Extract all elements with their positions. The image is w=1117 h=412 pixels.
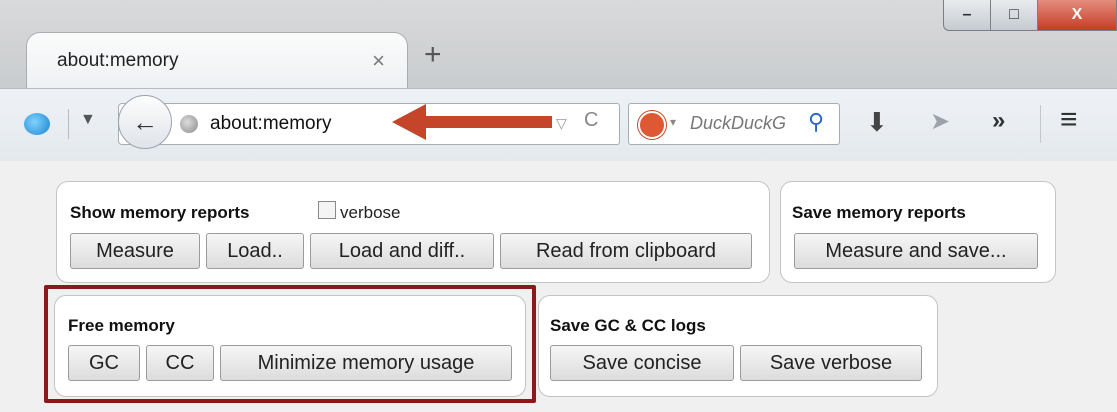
minimize-memory-usage-button[interactable]: Minimize memory usage bbox=[220, 345, 512, 381]
save-gc-cc-logs-title: Save GC & CC logs bbox=[550, 316, 706, 335]
duckduckgo-icon[interactable] bbox=[638, 111, 666, 139]
load-and-diff-button[interactable]: Load and diff.. bbox=[310, 233, 494, 269]
free-memory-highlight bbox=[44, 285, 536, 403]
page-content: Show memory reports verbose Measure Load… bbox=[0, 161, 1117, 412]
load-button[interactable]: Load.. bbox=[206, 233, 304, 269]
share-icon[interactable]: ➤ bbox=[930, 107, 950, 136]
close-window-button[interactable]: X bbox=[1038, 0, 1117, 31]
search-icon[interactable]: ⚲ bbox=[808, 109, 824, 135]
free-memory-title: Free memory bbox=[68, 316, 175, 335]
tab-close-icon[interactable]: × bbox=[372, 48, 385, 74]
annotation-arrow bbox=[392, 104, 552, 140]
save-memory-reports-title: Save memory reports bbox=[792, 203, 966, 222]
save-verbose-button[interactable]: Save verbose bbox=[740, 345, 922, 381]
window-controls: – □ X bbox=[943, 0, 1117, 34]
search-engine-dropdown-icon[interactable]: ▾ bbox=[670, 115, 676, 129]
navigation-toolbar: ▼ ← about:memory ▽ C ▾ DuckDuckG ⚲ ⬇ ➤ »… bbox=[0, 88, 1117, 162]
search-input[interactable]: DuckDuckG bbox=[690, 113, 786, 134]
annotation-arrow-head bbox=[392, 104, 552, 140]
verbose-label: verbose bbox=[340, 203, 401, 222]
show-memory-reports-title: Show memory reports bbox=[70, 203, 250, 222]
maximize-button[interactable]: □ bbox=[991, 0, 1038, 31]
tab-about-memory[interactable]: about:memory × bbox=[26, 32, 408, 89]
verbose-checkbox[interactable] bbox=[318, 201, 336, 219]
history-dropdown-icon[interactable]: ▼ bbox=[80, 111, 96, 129]
download-icon[interactable]: ⬇ bbox=[866, 107, 888, 138]
measure-button[interactable]: Measure bbox=[70, 233, 200, 269]
toolbar-separator bbox=[1040, 105, 1041, 143]
new-tab-button[interactable]: + bbox=[424, 38, 442, 72]
tab-title: about:memory bbox=[57, 50, 179, 71]
back-button[interactable]: ← bbox=[118, 95, 172, 149]
firefox-logo-icon[interactable] bbox=[24, 113, 50, 135]
read-from-clipboard-button[interactable]: Read from clipboard bbox=[500, 233, 752, 269]
reload-icon[interactable]: C bbox=[584, 109, 598, 132]
save-concise-button[interactable]: Save concise bbox=[550, 345, 734, 381]
measure-and-save-button[interactable]: Measure and save... bbox=[794, 233, 1038, 269]
hamburger-menu-icon[interactable]: ≡ bbox=[1060, 103, 1078, 137]
gc-button[interactable]: GC bbox=[68, 345, 140, 381]
overflow-menu-icon[interactable]: » bbox=[992, 107, 1005, 135]
minimize-button[interactable]: – bbox=[943, 0, 991, 31]
url-history-dropdown-icon[interactable]: ▽ bbox=[556, 115, 567, 132]
toolbar-separator bbox=[68, 109, 69, 139]
site-identity-icon[interactable] bbox=[180, 115, 198, 133]
url-input[interactable]: about:memory bbox=[210, 113, 331, 135]
cc-button[interactable]: CC bbox=[146, 345, 214, 381]
